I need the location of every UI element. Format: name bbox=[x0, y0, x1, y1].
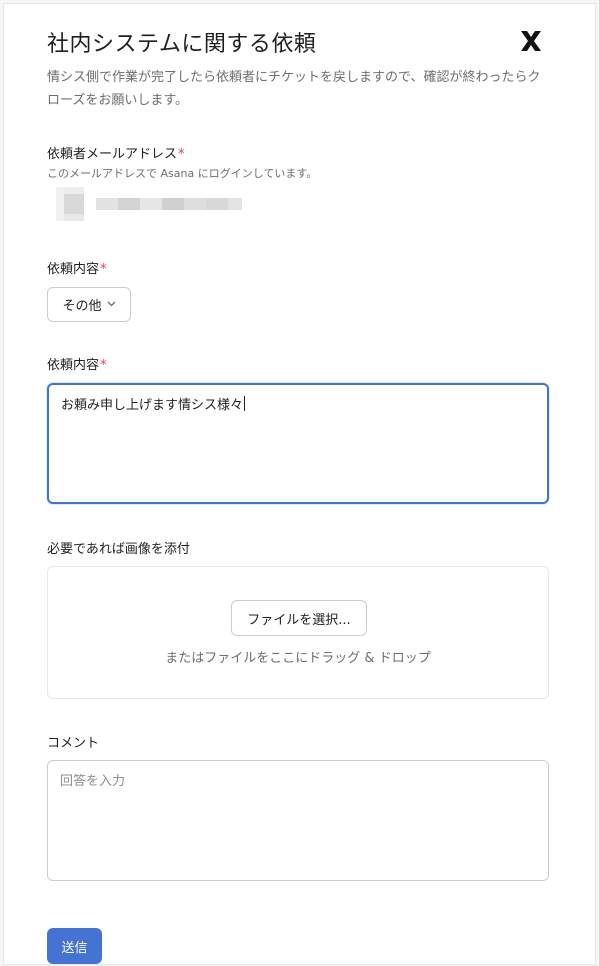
dropzone-hint: またはファイルをここにドラッグ & ドロップ bbox=[165, 651, 431, 666]
category-selected-value: その他 bbox=[62, 299, 102, 314]
x-logo-icon bbox=[521, 31, 541, 51]
required-mark: * bbox=[100, 358, 107, 373]
required-mark: * bbox=[178, 147, 185, 162]
request-textarea-value: お頼み申し上げます情シス様々 bbox=[61, 398, 244, 413]
attachment-label: 必要であれば画像を添付 bbox=[47, 542, 190, 557]
redacted-email bbox=[56, 187, 242, 221]
chevron-down-icon bbox=[107, 300, 116, 310]
request-textarea[interactable]: お頼み申し上げます情シス様々 bbox=[47, 383, 549, 504]
email-label-text: 依頼者メールアドレス bbox=[47, 147, 178, 162]
required-mark: * bbox=[100, 262, 107, 277]
request-label: 依頼内容* bbox=[47, 354, 107, 373]
comment-placeholder: 回答を入力 bbox=[60, 774, 126, 789]
comment-textarea[interactable]: 回答を入力 bbox=[47, 760, 549, 881]
category-select[interactable]: その他 bbox=[47, 287, 131, 322]
comment-label: コメント bbox=[47, 736, 100, 751]
form-title: 社内システムに関する依頼 bbox=[47, 32, 317, 57]
form-card: 社内システムに関する依頼 情シス側で作業が完了したら依頼者にチケットを戻しますの… bbox=[3, 3, 596, 965]
form-description: 情シス側で作業が完了したら依頼者にチケットを戻しますので、確認が終わったらクロー… bbox=[47, 70, 541, 108]
email-label: 依頼者メールアドレス* bbox=[47, 143, 185, 162]
category-label-text: 依頼内容 bbox=[47, 262, 100, 277]
submit-button[interactable]: 送信 bbox=[47, 928, 102, 964]
file-dropzone[interactable]: ファイルを選択... またはファイルをここにドラッグ & ドロップ bbox=[47, 566, 549, 699]
request-label-text: 依頼内容 bbox=[47, 358, 100, 373]
email-hint: このメールアドレスで Asana にログインしています。 bbox=[47, 167, 318, 180]
category-label: 依頼内容* bbox=[47, 258, 107, 277]
choose-file-button[interactable]: ファイルを選択... bbox=[231, 600, 367, 636]
text-cursor bbox=[244, 396, 246, 411]
